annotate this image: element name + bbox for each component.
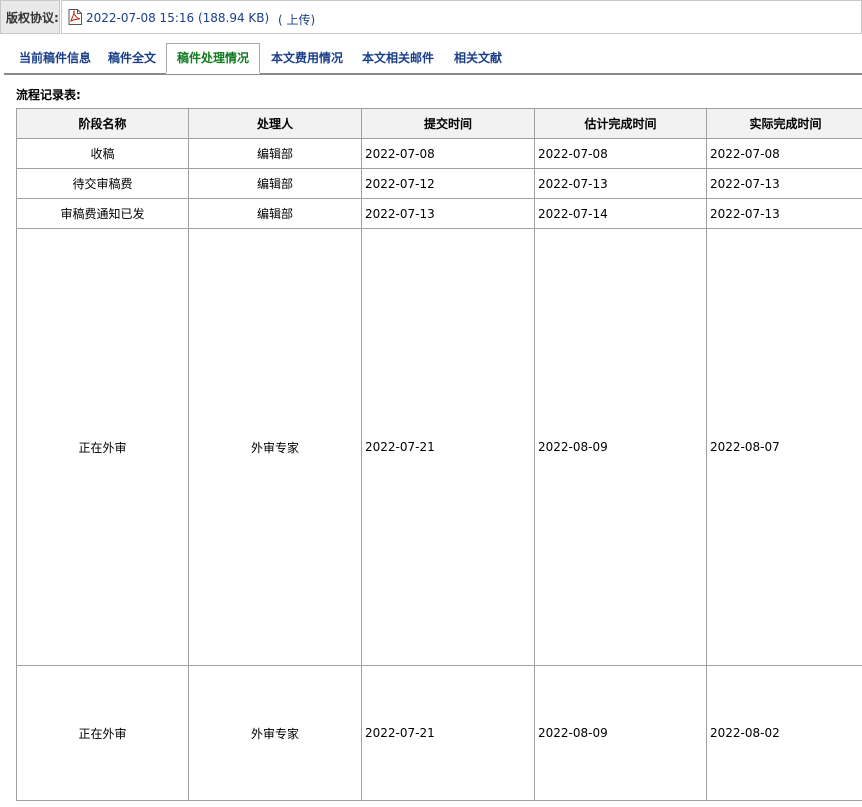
tab-fee-status[interactable]: 本文费用情况 [264, 44, 350, 72]
tab-processing-status[interactable]: 稿件处理情况 [166, 43, 260, 74]
cell-submit-time: 2022-07-12 [361, 168, 535, 199]
cell-submit-time: 2022-07-13 [361, 198, 535, 229]
cell-actual-time: 2022-07-08 [706, 138, 862, 169]
cell-actual-time: 2022-07-13 [706, 168, 862, 199]
table-row: 收稿 编辑部 2022-07-08 2022-07-08 2022-07-08 [16, 138, 862, 169]
cell-estimated-time: 2022-08-09 [534, 228, 707, 666]
table-row: 待交审稿费 编辑部 2022-07-12 2022-07-13 2022-07-… [16, 168, 862, 199]
cell-handler: 编辑部 [188, 168, 362, 199]
table-row: 审稿费通知已发 编辑部 2022-07-13 2022-07-14 2022-0… [16, 198, 862, 229]
cell-handler: 编辑部 [188, 138, 362, 169]
cell-submit-time: 2022-07-21 [361, 228, 535, 666]
table-row: 正在外审 外审专家 2022-07-21 2022-08-09 2022-08-… [16, 228, 862, 666]
table-header-row: 阶段名称 处理人 提交时间 估计完成时间 实际完成时间 [16, 108, 862, 139]
pdf-icon[interactable] [68, 9, 82, 25]
copyright-row: 版权协议: 2022-07-08 15:16 (188.94 KB) ( 上传) [0, 0, 862, 36]
cell-estimated-time: 2022-07-08 [534, 138, 707, 169]
cell-handler: 外审专家 [188, 228, 362, 666]
tab-current-info[interactable]: 当前稿件信息 [10, 44, 100, 72]
file-link[interactable]: 2022-07-08 15:16 (188.94 KB) [86, 11, 269, 25]
cell-handler: 编辑部 [188, 198, 362, 229]
cell-actual-time: 2022-07-13 [706, 198, 862, 229]
col-header-estimated-time: 估计完成时间 [534, 108, 707, 139]
cell-estimated-time: 2022-08-09 [534, 665, 707, 801]
col-header-actual-time: 实际完成时间 [706, 108, 862, 139]
upload-link[interactable]: ( 上传) [278, 11, 315, 28]
cell-actual-time: 2022-08-02 [706, 665, 862, 801]
tab-bar: 当前稿件信息 稿件全文 稿件处理情况 本文费用情况 本文相关邮件 相关文献 [4, 40, 862, 75]
cell-estimated-time: 2022-07-14 [534, 198, 707, 229]
tab-full-text[interactable]: 稿件全文 [102, 44, 162, 72]
col-header-submit-time: 提交时间 [361, 108, 535, 139]
cell-submit-time: 2022-07-08 [361, 138, 535, 169]
process-record-table: 阶段名称 处理人 提交时间 估计完成时间 实际完成时间 收稿 编辑部 2022-… [16, 108, 862, 801]
cell-stage: 待交审稿费 [16, 168, 189, 199]
col-header-stage: 阶段名称 [16, 108, 189, 139]
cell-actual-time: 2022-08-07 [706, 228, 862, 666]
copyright-label: 版权协议: [0, 0, 60, 34]
tab-related-mail[interactable]: 本文相关邮件 [356, 44, 440, 72]
table-row: 正在外审 外审专家 2022-07-21 2022-08-09 2022-08-… [16, 665, 862, 801]
copyright-value: 2022-07-08 15:16 (188.94 KB) ( 上传) [61, 0, 862, 34]
cell-stage: 正在外审 [16, 228, 189, 666]
cell-stage: 收稿 [16, 138, 189, 169]
cell-stage: 正在外审 [16, 665, 189, 801]
cell-stage: 审稿费通知已发 [16, 198, 189, 229]
tab-related-literature[interactable]: 相关文献 [448, 44, 508, 72]
cell-handler: 外审专家 [188, 665, 362, 801]
col-header-handler: 处理人 [188, 108, 362, 139]
cell-estimated-time: 2022-07-13 [534, 168, 707, 199]
cell-submit-time: 2022-07-21 [361, 665, 535, 801]
section-title: 流程记录表: [16, 88, 81, 102]
